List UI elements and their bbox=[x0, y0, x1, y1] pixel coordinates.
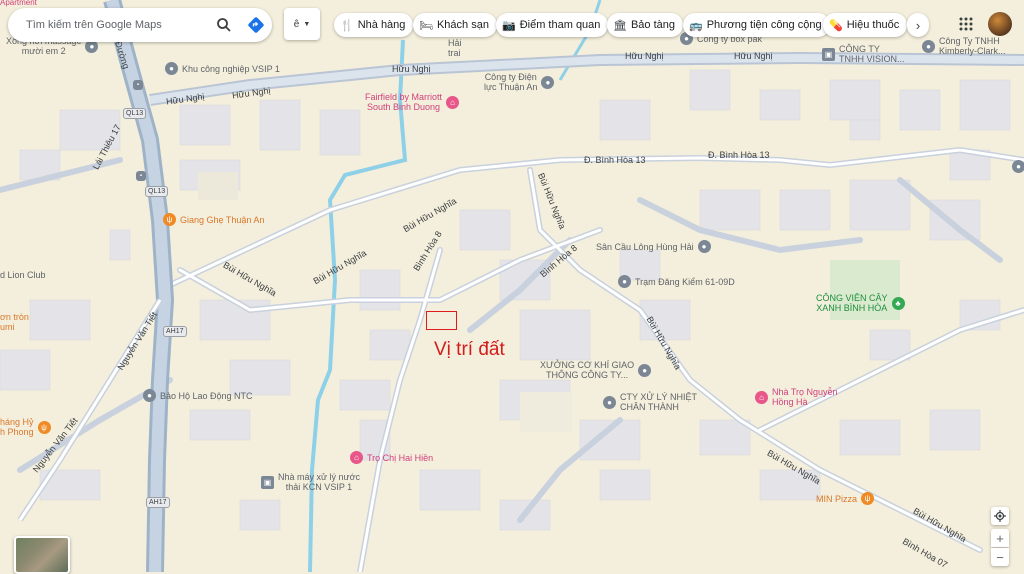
poi-cong-ty-vision[interactable]: ▣ CÔNG TY TNHH VISION... bbox=[822, 44, 905, 64]
place-icon: ● bbox=[922, 39, 935, 53]
poi-san-cau-long[interactable]: Sân Cầu Lông Hùng Hải ● bbox=[596, 240, 711, 253]
restaurant-icon: ψ bbox=[163, 213, 176, 226]
my-location-icon[interactable] bbox=[991, 507, 1009, 525]
chip-transit[interactable]: 🚌 Phương tiện công cộng bbox=[683, 13, 830, 37]
poi-giang-ghe[interactable]: ψ Giang Ghẹ Thuận An bbox=[163, 213, 264, 226]
poi-don-tron[interactable]: ơn tròn umi bbox=[0, 312, 29, 332]
block-light bbox=[198, 172, 238, 200]
poi-kimberly-clark[interactable]: ● Công Ty TNHH Kimberly-Clark... bbox=[922, 36, 1006, 56]
ql13-shield: QL13 bbox=[145, 186, 169, 197]
poi-khu-cong-nghiep-vsip[interactable]: ● Khu công nghiệp VSIP 1 bbox=[165, 62, 280, 75]
hotel-icon: 🛏 bbox=[419, 19, 433, 32]
chip-restaurants[interactable]: 🍴 Nhà hàng bbox=[334, 13, 414, 37]
poi-fairfield[interactable]: Fairfield by Marriott South Binh Duong ⌂ bbox=[365, 92, 460, 112]
avatar[interactable] bbox=[988, 12, 1012, 36]
bus-stop-icon[interactable]: ▪ bbox=[136, 171, 146, 181]
park-icon: ♣ bbox=[891, 296, 905, 310]
layers-button[interactable]: ê ▼ bbox=[284, 8, 320, 40]
restaurant-icon: ψ bbox=[861, 492, 875, 505]
poi-cong-vien[interactable]: CÔNG VIÊN CÂY XANH BÌNH HÒA ♣ bbox=[816, 293, 905, 313]
museum-icon: 🏛 bbox=[613, 19, 627, 32]
bus-icon: 🚌 bbox=[689, 19, 703, 32]
place-icon: ● bbox=[638, 363, 652, 377]
layers-thumbnail[interactable] bbox=[14, 536, 70, 574]
ah17-shield: AH17 bbox=[146, 497, 170, 508]
road-label: Đ. Bình Hòa 13 bbox=[708, 150, 770, 160]
poi-nha-tro-nguyen[interactable]: ⌂ Nhà Trọ Nguyễn Hồng Hà bbox=[755, 387, 838, 407]
search-icon[interactable] bbox=[212, 13, 236, 37]
hotel-icon: ⌂ bbox=[350, 451, 363, 464]
poi-apartment[interactable]: Apartment bbox=[0, 0, 37, 7]
hotel-icon: ⌂ bbox=[446, 95, 460, 109]
poi-min-pizza[interactable]: MIN Pizza ψ bbox=[816, 492, 875, 505]
bus-stop-icon[interactable]: ▪ bbox=[133, 80, 143, 90]
search-input[interactable] bbox=[24, 18, 208, 32]
poi-hang-hy[interactable]: háng Hỷ h Phong ψ bbox=[0, 417, 51, 437]
poi-xuong-co-khi[interactable]: XƯỞNG CƠ KHÍ GIAO THÔNG CÔNG TY... ● bbox=[540, 360, 652, 380]
apps-grid-icon[interactable] bbox=[956, 14, 976, 34]
poi-tram-dang-kiem[interactable]: ● Trạm Đăng Kiểm 61-09D bbox=[618, 275, 735, 288]
poi-cong-ty-dien-luc[interactable]: Công ty Điện lực Thuận An ● bbox=[484, 72, 555, 92]
place-icon: ● bbox=[618, 275, 631, 288]
factory-icon: ▣ bbox=[822, 47, 835, 61]
layers-label: ê bbox=[293, 18, 300, 30]
ah17-shield: AH17 bbox=[163, 326, 187, 337]
place-icon[interactable]: ● bbox=[1012, 160, 1024, 173]
block-light bbox=[520, 392, 572, 432]
factory-icon: ▣ bbox=[261, 475, 274, 489]
road-label: Đ. Bình Hòa 13 bbox=[584, 155, 646, 165]
zoom-in-button[interactable]: + bbox=[991, 529, 1009, 547]
poi-nha-may-xu-ly[interactable]: ▣ Nhà máy xử lý nước thải KCN VSIP 1 bbox=[261, 472, 360, 492]
camera-icon: 📷 bbox=[502, 19, 516, 32]
place-icon: ● bbox=[541, 75, 555, 89]
land-location-label: Vị trí đất bbox=[434, 339, 505, 360]
restaurant-icon: 🍴 bbox=[340, 19, 354, 32]
ql13-shield: QL13 bbox=[123, 108, 147, 119]
place-icon: ● bbox=[143, 389, 156, 402]
place-icon: ● bbox=[165, 62, 178, 75]
land-location-marker bbox=[426, 311, 457, 330]
poi-bao-ho-lao-dong[interactable]: ● Bảo Hộ Lao Động NTC bbox=[143, 389, 253, 402]
chip-attractions[interactable]: 📷 Điểm tham quan bbox=[496, 13, 609, 37]
chip-hotels[interactable]: 🛏 Khách sạn bbox=[413, 13, 497, 37]
search-box[interactable] bbox=[8, 8, 272, 42]
zoom-out-button[interactable]: − bbox=[991, 548, 1009, 566]
place-icon: ● bbox=[603, 395, 616, 409]
poi-cty-xu-ly-nhiet[interactable]: ● CTY XỬ LÝ NHIỆT CHÂN THÀNH bbox=[603, 392, 697, 412]
poi-hai-trai[interactable]: Hải trai bbox=[448, 38, 462, 58]
road-label: Hữu Nghị bbox=[392, 64, 431, 74]
road-label: Hữu Nghị bbox=[625, 51, 664, 61]
pharmacy-icon: 💊 bbox=[829, 19, 843, 32]
directions-icon[interactable] bbox=[244, 13, 268, 37]
road-label: Hữu Nghị bbox=[734, 51, 773, 61]
poi-tro-chi-hai-hien[interactable]: ⌂ Trọ Chị Hai Hiền bbox=[350, 451, 433, 464]
chevron-down-icon: ▼ bbox=[303, 20, 311, 28]
hotel-icon: ⌂ bbox=[755, 390, 768, 404]
poi-lion-club[interactable]: d Lion Club bbox=[0, 270, 46, 280]
chip-museums[interactable]: 🏛 Bảo tàng bbox=[607, 13, 684, 37]
chevron-right-icon[interactable]: › bbox=[907, 13, 929, 37]
restaurant-icon: ψ bbox=[37, 420, 51, 434]
place-icon: ● bbox=[697, 240, 711, 253]
chip-pharmacies[interactable]: 💊 Hiệu thuốc bbox=[823, 13, 908, 37]
